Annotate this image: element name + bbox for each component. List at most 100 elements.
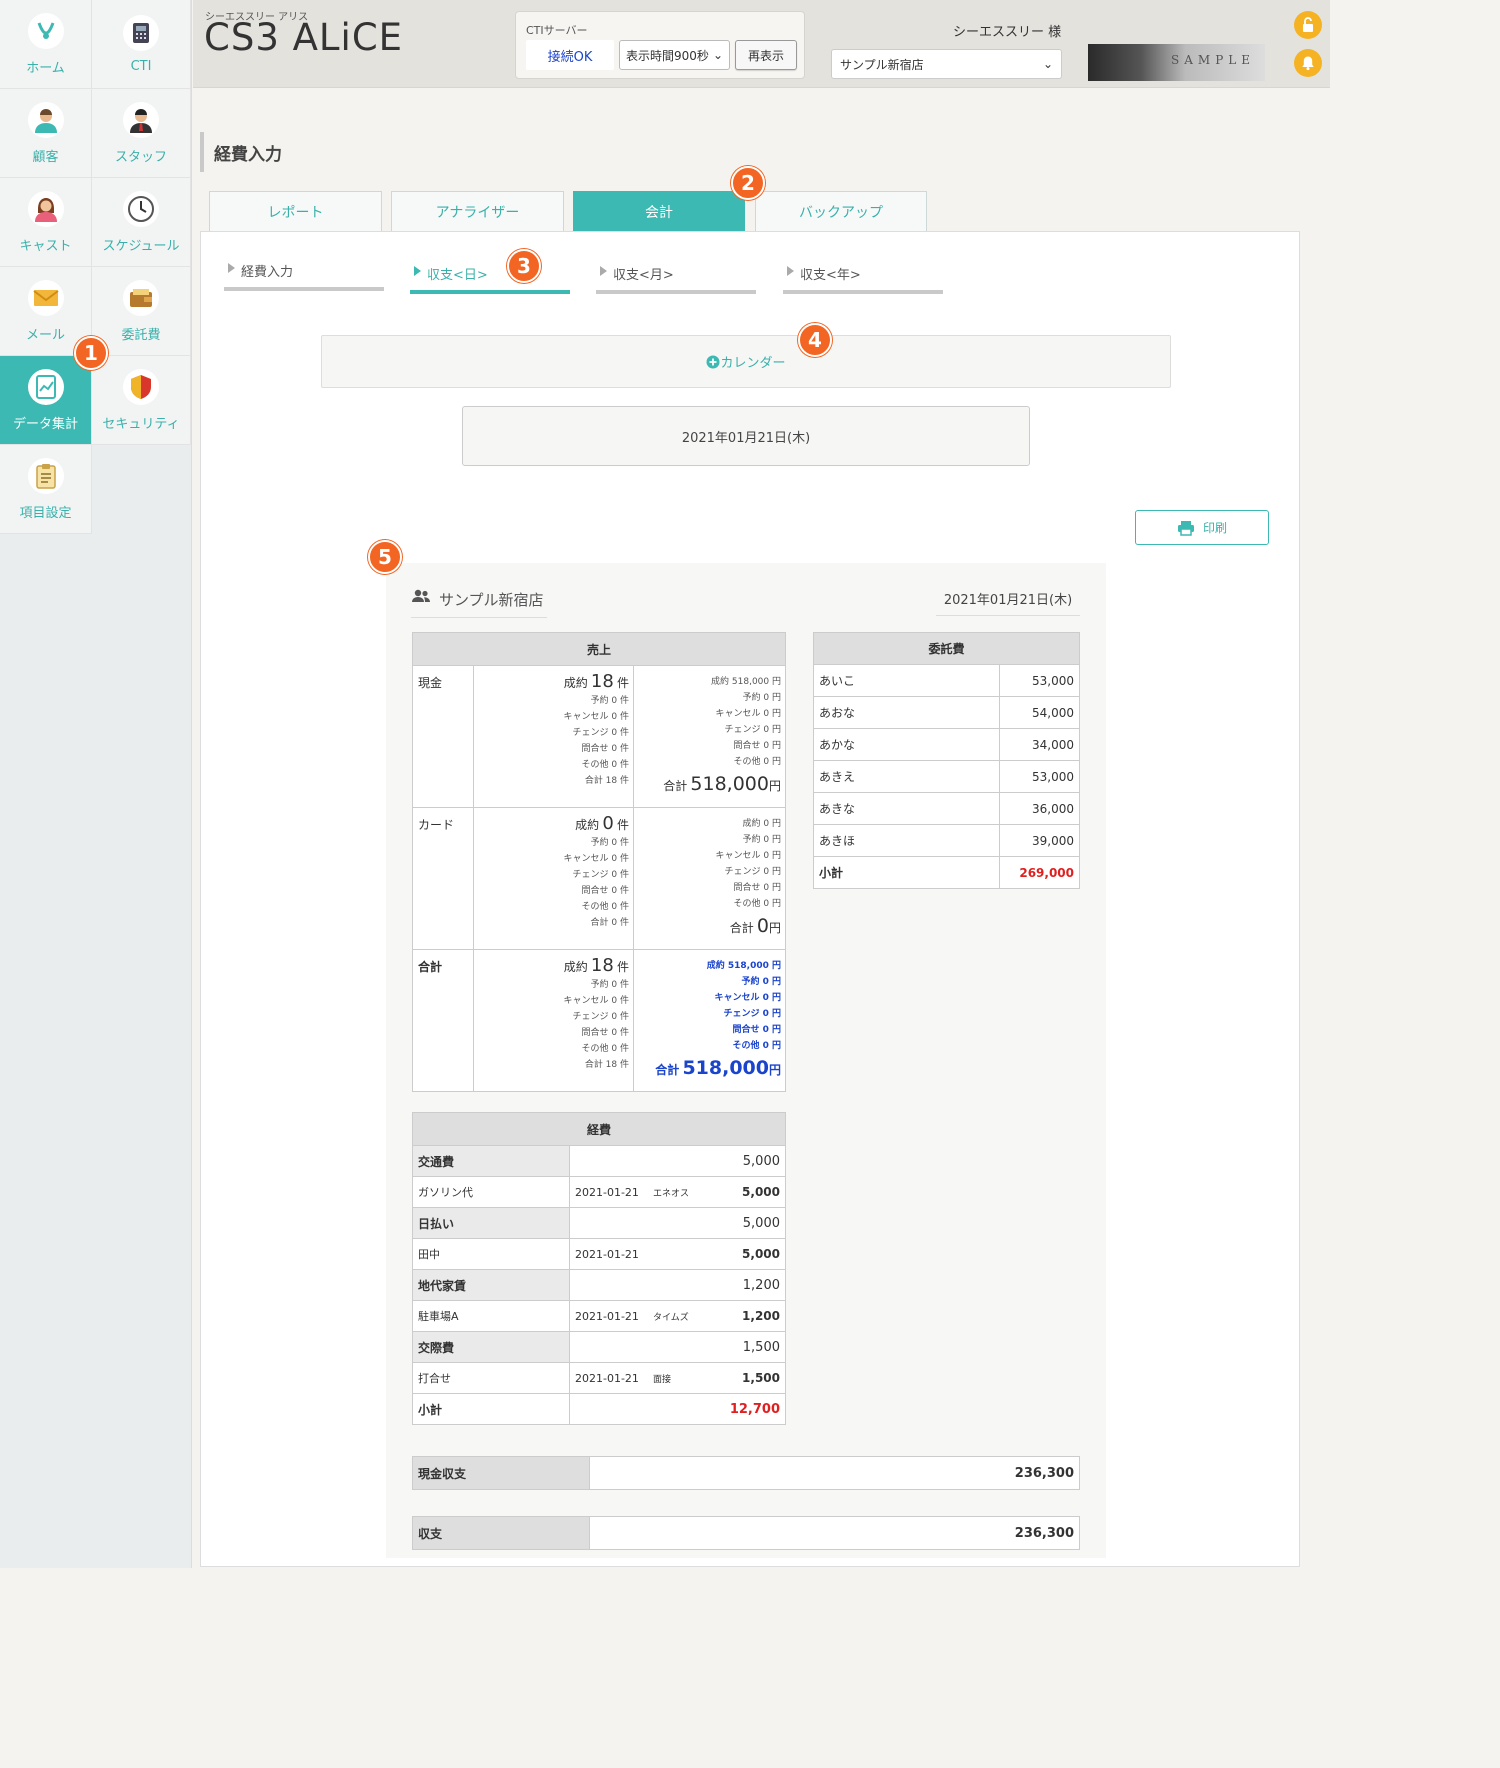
expense-vendor: タイムズ: [652, 1312, 689, 1323]
amount-line: キャンセル 0 円: [715, 851, 781, 861]
amount-line: 問合せ 0 円: [732, 1025, 781, 1035]
count-prefix: 成約: [563, 960, 588, 974]
count-line: その他 0 件: [581, 760, 629, 770]
club-logo-text: SAMPLE: [1171, 53, 1255, 67]
commission-name: あきえ: [813, 760, 1000, 793]
sidebar-item-label: セキュリティ: [102, 416, 180, 432]
amount-line: 成約 518,000 円: [706, 961, 781, 971]
wallet-icon: [123, 279, 159, 316]
commission-table: 委託費 あいこ 53,000 あおな 54,000 あかな 34,000 あきえ 53,000…: [813, 632, 1080, 889]
total-prefix: 合計: [729, 921, 754, 935]
step-badge-1: 1: [74, 336, 108, 370]
subtab-label: 収支<日>: [427, 268, 488, 283]
amount-line: チェンジ 0 円: [724, 867, 781, 877]
count-line: 問合せ 0 件: [581, 1028, 629, 1038]
sales-row-label: 合計: [412, 949, 474, 1092]
print-button[interactable]: 印刷: [1135, 510, 1269, 545]
bell-icon[interactable]: [1294, 49, 1322, 77]
expense-item-row: 駐車場A 2021-01-21 タイムズ 1,200: [412, 1300, 786, 1332]
total-unit: 円: [768, 921, 781, 935]
amount-line: その他 0 円: [733, 899, 781, 909]
commission-value: 53,000: [999, 760, 1080, 793]
commission-value: 36,000: [999, 792, 1080, 825]
amount-line: キャンセル 0 円: [715, 709, 781, 719]
sidebar-item-home[interactable]: ホーム: [0, 0, 92, 89]
expense-category-total: 1,500: [569, 1331, 786, 1363]
sidebar-item-label: スタッフ: [114, 149, 167, 165]
home-icon: [27, 12, 64, 49]
sidebar-item-commission[interactable]: 委託費: [92, 267, 191, 356]
subtab-balance-month[interactable]: 収支<月>: [596, 254, 756, 294]
count-line: その他 0 件: [581, 902, 629, 912]
chevron-down-icon: ⌄: [1042, 57, 1053, 71]
count-unit: 件: [616, 960, 629, 974]
expense-item: 田中: [412, 1238, 570, 1270]
count-main: 0: [602, 813, 614, 834]
unlock-icon[interactable]: [1294, 11, 1322, 39]
count-line: チェンジ 0 件: [572, 1012, 629, 1022]
expense-category-total: 5,000: [569, 1207, 786, 1239]
expense-date: 2021-01-21: [575, 1185, 639, 1199]
commission-subtotal-label: 小計: [813, 856, 1000, 889]
subtab-balance-year[interactable]: 収支<年>: [783, 254, 943, 294]
commission-header: 委託費: [813, 632, 1080, 665]
sidebar-item-label: スケジュール: [102, 238, 180, 254]
sidebar-item-staff[interactable]: スタッフ: [92, 89, 191, 178]
tab-report[interactable]: レポート: [209, 191, 382, 232]
count-line: 予約 0 件: [590, 838, 629, 848]
sidebar-item-customer[interactable]: 顧客: [0, 89, 92, 178]
subtab-balance-day[interactable]: 収支<日>: [410, 254, 570, 294]
count-line: チェンジ 0 件: [572, 728, 629, 738]
sidebar-item-security[interactable]: セキュリティ: [92, 356, 191, 445]
display-time-select[interactable]: 表示時間900秒 ⌄: [619, 40, 730, 70]
subtab-label: 収支<月>: [613, 268, 674, 283]
amount-line: 予約 0 円: [741, 977, 781, 987]
calendar-toggle[interactable]: カレンダー: [321, 335, 1171, 388]
sales-row: カード 成約 0 件予約 0 件キャンセル 0 件チェンジ 0 件問合せ 0 件そ…: [412, 807, 786, 950]
step-badge-3: 3: [507, 249, 541, 283]
expense-amount: 5,000: [742, 1247, 780, 1261]
clock-icon: [123, 190, 159, 227]
expense-vendor: 面接: [652, 1374, 671, 1385]
sales-row-label: カード: [412, 807, 474, 950]
tab-analyzer[interactable]: アナライザー: [391, 191, 564, 232]
tab-backup[interactable]: バックアップ: [755, 191, 927, 232]
print-label: 印刷: [1202, 521, 1227, 535]
expense-amount: 1,500: [742, 1371, 780, 1385]
sidebar-item-data-summary[interactable]: データ集計: [0, 356, 92, 445]
commission-name: あおな: [813, 696, 1000, 729]
report-store: サンプル新宿店: [411, 589, 547, 618]
expense-item-row: ガソリン代 2021-01-21 エネオス 5,000: [412, 1176, 786, 1208]
balance-label: 収支: [412, 1516, 590, 1550]
data-icon: [27, 368, 64, 405]
cti-status: 接続OK: [526, 40, 614, 70]
clipboard-icon: [27, 457, 64, 494]
tab-accounting[interactable]: 会計: [573, 191, 745, 232]
commission-row: あきほ 39,000: [813, 824, 1080, 857]
amount-line: 成約 518,000 円: [711, 677, 781, 687]
sidebar-item-cti[interactable]: CTI: [92, 0, 191, 89]
subtab-expense-input[interactable]: 経費入力: [224, 251, 384, 291]
count-unit: 件: [616, 676, 629, 690]
brand-title: CS3 ALiCE: [204, 16, 404, 59]
sidebar-item-item-settings[interactable]: 項目設定: [0, 445, 92, 534]
amount-line: 予約 0 円: [742, 693, 781, 703]
content-panel: 経費入力 収支<日> 収支<月> 収支<年> カレンダー 2021年01月21日…: [200, 231, 1300, 1567]
sidebar-item-cast[interactable]: キャスト: [0, 178, 92, 267]
commission-row: あかな 34,000: [813, 728, 1080, 761]
sidebar-item-schedule[interactable]: スケジュール: [92, 178, 191, 267]
commission-row: あきな 36,000: [813, 792, 1080, 825]
total-main: 518,000: [682, 1057, 769, 1079]
cti-panel: CTIサーバー 接続OK 表示時間900秒 ⌄ 再表示: [515, 11, 805, 79]
expense-date: 2021-01-21: [575, 1309, 639, 1323]
selected-date[interactable]: 2021年01月21日(木): [462, 406, 1030, 466]
refresh-button[interactable]: 再表示: [735, 40, 797, 70]
total-main: 518,000: [690, 773, 769, 795]
user-name: シーエススリー 様: [953, 25, 1062, 40]
count-prefix: 成約: [575, 818, 600, 832]
phone-icon: [123, 14, 159, 51]
customer-icon: [27, 101, 64, 138]
amount-line: 問合せ 0 円: [733, 883, 781, 893]
store-select[interactable]: サンプル新宿店 ⌄: [831, 49, 1062, 79]
sidebar-item-label: CTI: [130, 58, 152, 74]
